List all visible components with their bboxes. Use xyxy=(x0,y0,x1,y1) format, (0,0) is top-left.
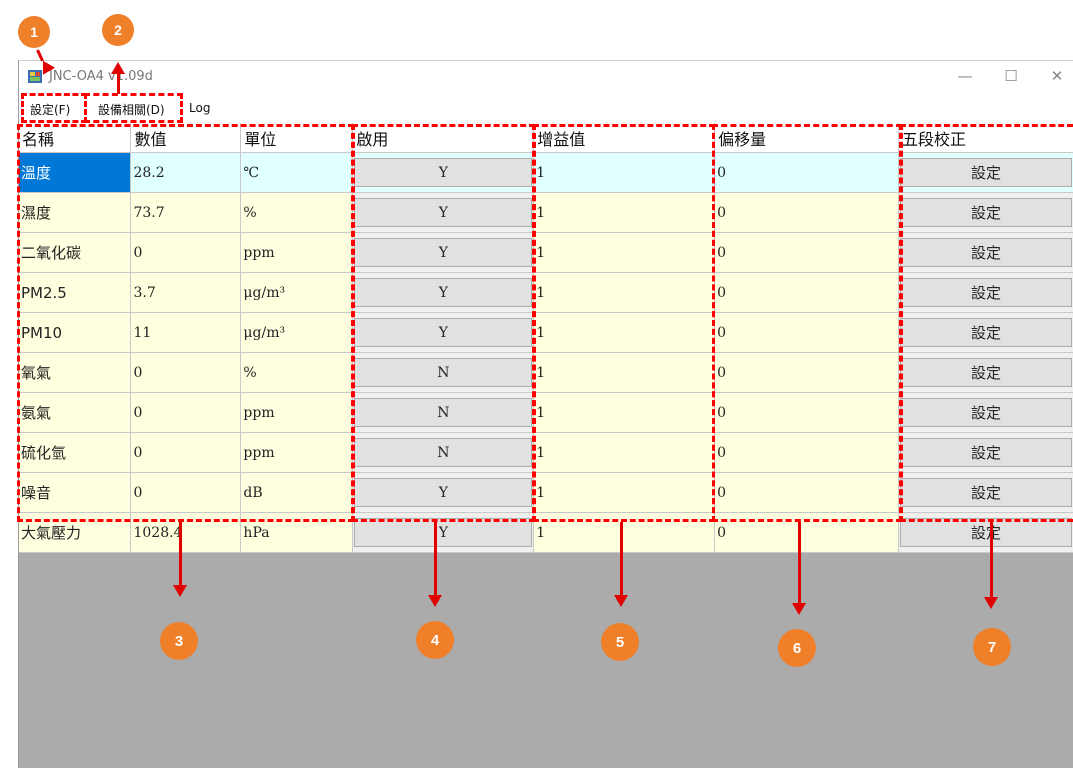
callout-3-arrowhead xyxy=(173,585,187,597)
close-button[interactable]: ✕ xyxy=(1042,65,1072,87)
annotation-box-gain xyxy=(533,124,715,522)
callout-5-arrowhead xyxy=(614,595,628,607)
calibration-set-button[interactable]: 設定 xyxy=(900,518,1072,547)
callout-2-arrowhead xyxy=(111,62,125,74)
callout-2-badge: 2 xyxy=(102,14,134,46)
callout-7-arrow xyxy=(990,522,993,598)
minimize-button[interactable]: — xyxy=(950,65,980,87)
annotation-box-device-menu xyxy=(84,93,183,123)
callout-6-badge: 6 xyxy=(778,629,816,667)
callout-5-badge: 5 xyxy=(601,623,639,661)
enabled-toggle-button[interactable]: Y xyxy=(354,518,533,547)
annotation-box-calibration xyxy=(900,124,1073,522)
annotation-box-readings xyxy=(17,124,354,522)
callout-4-arrowhead xyxy=(428,595,442,607)
maximize-button[interactable]: ☐ xyxy=(996,65,1026,87)
callout-5-arrow xyxy=(620,522,623,596)
window-title: JNC-OA4 v1.09d xyxy=(49,69,153,84)
callout-7-arrowhead xyxy=(984,597,998,609)
annotation-box-enabled xyxy=(352,124,535,522)
title-bar: JNC-OA4 v1.09d — ☐ ✕ xyxy=(19,61,1073,95)
callout-1-badge: 1 xyxy=(18,16,50,48)
callout-4-badge: 4 xyxy=(416,621,454,659)
callout-6-arrowhead xyxy=(792,603,806,615)
callout-7-badge: 7 xyxy=(973,628,1011,666)
app-icon xyxy=(28,70,42,83)
menu-log[interactable]: Log xyxy=(189,101,210,115)
annotation-box-settings-menu xyxy=(21,93,87,123)
annotation-box-offset xyxy=(712,124,902,522)
callout-3-arrow xyxy=(179,522,182,586)
callout-2-arrow xyxy=(117,72,120,94)
callout-3-badge: 3 xyxy=(160,622,198,660)
callout-4-arrow xyxy=(434,522,437,596)
callout-6-arrow xyxy=(798,522,801,604)
